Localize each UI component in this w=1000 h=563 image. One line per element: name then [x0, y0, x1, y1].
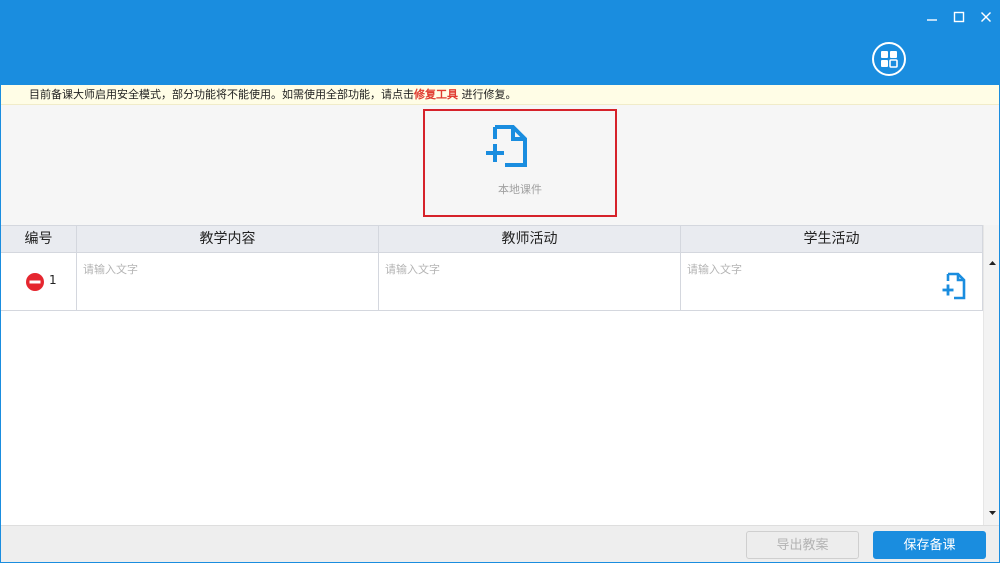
row-number: 1	[49, 273, 57, 287]
add-document-icon[interactable]	[941, 271, 967, 301]
local-courseware-label: 本地课件	[498, 183, 542, 196]
close-button[interactable]	[976, 7, 996, 27]
column-header-number: 编号	[1, 226, 77, 253]
table-row: 1	[1, 253, 983, 311]
teaching-content-cell	[77, 253, 379, 310]
title-bar	[1, 1, 999, 85]
scroll-down-icon[interactable]	[984, 505, 1000, 521]
scroll-thumb[interactable]	[987, 271, 998, 503]
minimize-icon	[927, 19, 937, 21]
safe-mode-notice: 目前备课大师启用安全模式，部分功能将不能使用。如需使用全部功能，请点击修复工具 …	[1, 85, 999, 105]
student-activity-input[interactable]	[687, 261, 917, 301]
add-document-icon	[486, 125, 527, 167]
column-header-teaching-content: 教学内容	[77, 226, 379, 253]
local-courseware-button[interactable]: 本地课件	[423, 109, 617, 217]
maximize-icon	[953, 11, 965, 23]
scroll-up-icon[interactable]	[984, 255, 1000, 271]
app-window: 目前备课大师启用安全模式，部分功能将不能使用。如需使用全部功能，请点击修复工具 …	[0, 0, 1000, 563]
notice-text-end: 进行修复。	[458, 88, 517, 101]
minimize-button[interactable]	[922, 7, 942, 27]
footer-bar: 导出教案 保存备课	[1, 525, 999, 562]
row-number-cell: 1	[1, 253, 77, 310]
table-header: 编号 教学内容 教师活动 学生活动	[1, 225, 983, 253]
repair-tool-link[interactable]: 修复工具	[414, 88, 458, 101]
save-lesson-button[interactable]: 保存备课	[873, 531, 986, 559]
grid-apps-icon[interactable]	[872, 42, 906, 76]
column-header-student-activity: 学生活动	[681, 226, 983, 253]
teaching-content-input[interactable]	[83, 261, 313, 301]
notice-text: 目前备课大师启用安全模式，部分功能将不能使用。如需使用全部功能，请点击	[29, 88, 414, 101]
close-icon	[981, 12, 991, 22]
teacher-activity-cell	[379, 253, 681, 310]
delete-row-icon[interactable]	[25, 272, 45, 292]
student-activity-cell	[681, 253, 983, 310]
vertical-scrollbar[interactable]	[983, 225, 1000, 525]
teacher-activity-input[interactable]	[385, 261, 615, 301]
column-header-teacher-activity: 教师活动	[379, 226, 681, 253]
export-lesson-plan-button[interactable]: 导出教案	[746, 531, 859, 559]
upload-area: 本地课件	[1, 105, 999, 225]
maximize-button[interactable]	[949, 7, 969, 27]
